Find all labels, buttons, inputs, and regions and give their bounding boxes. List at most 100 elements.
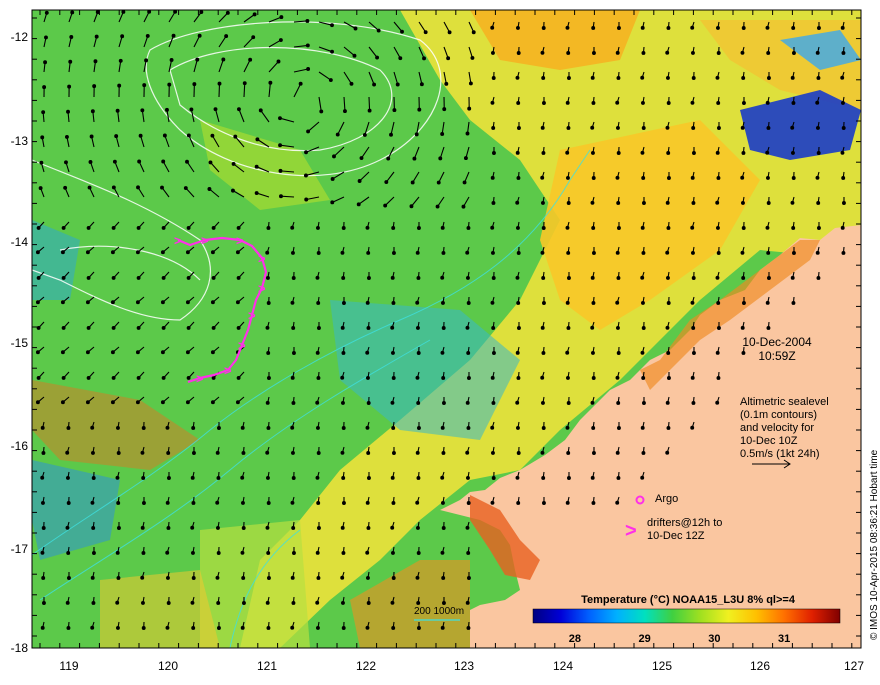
velocity-arrow-head <box>368 109 371 112</box>
velocity-arrow-head <box>616 451 619 454</box>
velocity-arrow-head <box>692 77 695 80</box>
velocity-arrow-head <box>292 602 295 605</box>
velocity-arrow-head <box>392 627 395 630</box>
velocity-arrow-head <box>693 352 696 355</box>
velocity-arrow-head <box>616 251 619 254</box>
colorbar-tick-label: 28 <box>569 633 581 645</box>
velocity-arrow-head <box>817 152 820 155</box>
velocity-arrow-head <box>184 187 187 190</box>
lon-tick-label: 124 <box>553 659 573 673</box>
velocity-arrow-head <box>41 476 44 479</box>
velocity-arrow-head <box>741 176 744 179</box>
velocity-arrow-head <box>492 452 495 455</box>
velocity-arrow-head <box>87 301 90 304</box>
velocity-arrow-head <box>62 327 65 330</box>
velocity-arrow-head <box>462 205 465 208</box>
velocity-arrow-head <box>416 576 419 579</box>
velocity-arrow-head <box>418 108 421 111</box>
velocity-arrow-head <box>468 107 471 110</box>
velocity-arrow-head <box>468 577 471 580</box>
velocity-arrow-head <box>93 85 96 88</box>
velocity-arrow-head <box>267 627 270 630</box>
velocity-arrow-head <box>167 452 170 455</box>
velocity-arrow-head <box>792 27 795 30</box>
velocity-arrow-head <box>842 52 845 55</box>
velocity-arrow-head <box>441 226 444 229</box>
velocity-arrow-head <box>492 277 495 280</box>
velocity-arrow-head <box>416 301 419 304</box>
velocity-arrow-head <box>465 157 468 160</box>
velocity-arrow-head <box>436 205 439 208</box>
velocity-arrow-head <box>241 426 244 429</box>
velocity-arrow-head <box>442 577 445 580</box>
colorbar-tick-label: 31 <box>778 633 790 645</box>
velocity-arrow-head <box>616 501 619 504</box>
velocity-arrow-head <box>187 401 190 404</box>
velocity-arrow-head <box>137 377 140 380</box>
velocity-arrow-head <box>259 109 262 112</box>
velocity-arrow-head <box>141 451 144 454</box>
velocity-arrow-head <box>241 476 244 479</box>
velocity-arrow-head <box>331 178 334 181</box>
velocity-arrow-head <box>268 577 271 580</box>
velocity-arrow-head <box>112 401 115 404</box>
velocity-arrow-head <box>305 174 308 177</box>
velocity-arrow-head <box>320 110 323 113</box>
sst-map: >>>>>>>>> -12 -13 -14 -15 -16 -17 -18 11… <box>0 0 880 680</box>
velocity-arrow-head <box>667 352 670 355</box>
drifter-position-marker: > <box>201 233 209 248</box>
velocity-arrow-head <box>237 227 240 230</box>
velocity-arrow-head <box>469 82 472 85</box>
velocity-arrow-head <box>592 152 595 155</box>
velocity-arrow-head <box>816 51 819 54</box>
velocity-arrow-head <box>69 60 72 63</box>
velocity-arrow-head <box>492 52 495 55</box>
velocity-arrow-head <box>162 377 165 380</box>
velocity-arrow-head <box>113 160 116 163</box>
velocity-arrow-head <box>145 59 148 62</box>
velocity-arrow-head <box>293 552 296 555</box>
velocity-arrow-head <box>117 627 120 630</box>
velocity-arrow-head <box>692 327 695 330</box>
velocity-arrow-head <box>692 127 695 130</box>
velocity-arrow-head <box>146 35 149 38</box>
velocity-arrow-head <box>90 135 93 138</box>
velocity-arrow-head <box>691 26 694 29</box>
velocity-arrow-head <box>291 226 294 229</box>
velocity-arrow-head <box>367 527 370 530</box>
velocity-arrow-head <box>316 351 319 354</box>
velocity-arrow-head <box>279 39 282 42</box>
velocity-arrow-head <box>816 176 819 179</box>
lon-tick-label: 123 <box>454 659 474 673</box>
velocity-arrow-head <box>317 627 320 630</box>
velocity-arrow-head <box>208 188 211 191</box>
velocity-arrow-head <box>306 20 309 23</box>
velocity-arrow-head <box>64 186 67 189</box>
velocity-arrow-head <box>91 110 94 113</box>
velocity-arrow-head <box>237 301 240 304</box>
velocity-arrow-head <box>191 526 194 529</box>
velocity-arrow-head <box>255 192 258 195</box>
velocity-arrow-head <box>267 227 270 230</box>
velocity-arrow-head <box>212 251 215 254</box>
velocity-arrow-head <box>237 327 240 330</box>
velocity-arrow-head <box>316 276 319 279</box>
velocity-arrow-head <box>292 277 295 280</box>
time-label: 10:59Z <box>758 349 795 363</box>
velocity-arrow-head <box>666 251 669 254</box>
velocity-arrow-head <box>279 144 282 147</box>
velocity-arrow-head <box>138 160 141 163</box>
velocity-arrow-head <box>66 526 69 529</box>
velocity-arrow-head <box>692 52 695 55</box>
velocity-arrow-head <box>67 427 70 430</box>
velocity-arrow-head <box>163 134 166 137</box>
velocity-arrow-head <box>238 108 241 111</box>
velocity-arrow-head <box>517 302 520 305</box>
velocity-arrow-head <box>716 401 719 404</box>
velocity-arrow-head <box>817 127 820 130</box>
velocity-arrow-head <box>492 127 495 130</box>
velocity-arrow-head <box>161 186 164 189</box>
velocity-arrow-head <box>292 477 295 480</box>
velocity-arrow-head <box>442 502 445 505</box>
velocity-arrow-head <box>541 176 544 179</box>
